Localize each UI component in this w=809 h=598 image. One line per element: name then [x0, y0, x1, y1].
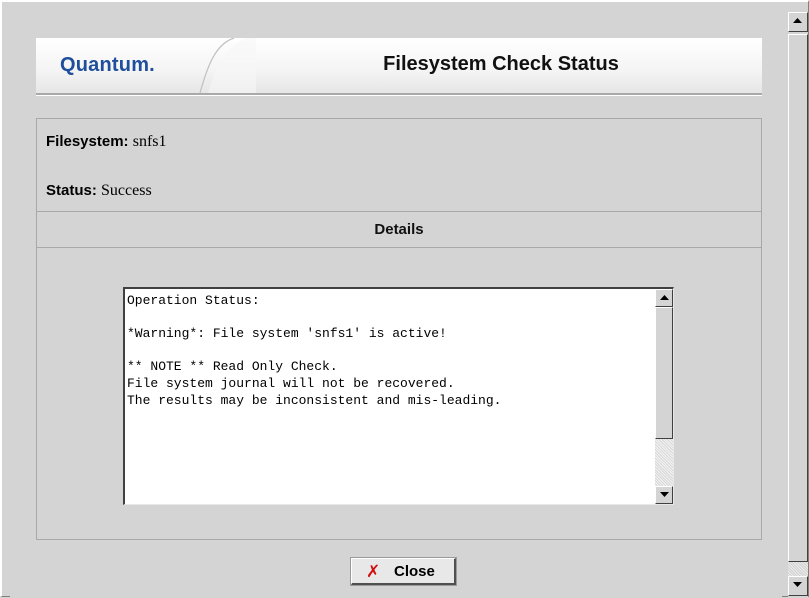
- arrow-down-icon: [793, 582, 802, 587]
- status-row: Status: Success: [46, 182, 152, 200]
- window-scroll-up-button[interactable]: [788, 12, 808, 32]
- status-value: Success: [101, 182, 152, 199]
- page-title: Filesystem Check Status: [383, 53, 619, 75]
- window-scroll-thumb[interactable]: [788, 34, 808, 562]
- filesystem-value: snfs1: [132, 133, 167, 150]
- filesystem-label: Filesystem:: [46, 133, 129, 150]
- window-scrollbar[interactable]: [788, 12, 808, 598]
- status-panel: Filesystem: snfs1 Status: Success Detail…: [36, 118, 762, 540]
- filesystem-row: Filesystem: snfs1: [46, 133, 167, 151]
- textarea-scroll-down-button[interactable]: [655, 486, 673, 504]
- details-output-text: Operation Status: *Warning*: File system…: [127, 293, 502, 408]
- dialog-header: Quantum. Filesystem Check Status: [36, 38, 762, 95]
- dialog-window: Quantum. Filesystem Check Status Filesys…: [0, 0, 809, 598]
- arrow-up-icon: [793, 18, 802, 23]
- close-button-label: Close: [394, 563, 435, 580]
- status-label: Status:: [46, 182, 97, 199]
- arrow-up-icon: [660, 295, 669, 300]
- textarea-scrollbar[interactable]: [655, 289, 673, 504]
- details-heading: Details: [37, 211, 761, 248]
- close-x-icon: ✗: [366, 562, 381, 582]
- quantum-logo: Quantum.: [60, 54, 155, 76]
- details-output-textarea[interactable]: Operation Status: *Warning*: File system…: [123, 287, 674, 505]
- textarea-scroll-up-button[interactable]: [655, 289, 673, 307]
- logo-swoosh-icon: [199, 38, 256, 93]
- textarea-scroll-thumb[interactable]: [655, 307, 673, 439]
- arrow-down-icon: [660, 492, 669, 497]
- dialog-content: Quantum. Filesystem Check Status Filesys…: [10, 8, 782, 598]
- window-scroll-down-button[interactable]: [788, 576, 808, 596]
- close-button[interactable]: ✗ Close: [350, 557, 457, 586]
